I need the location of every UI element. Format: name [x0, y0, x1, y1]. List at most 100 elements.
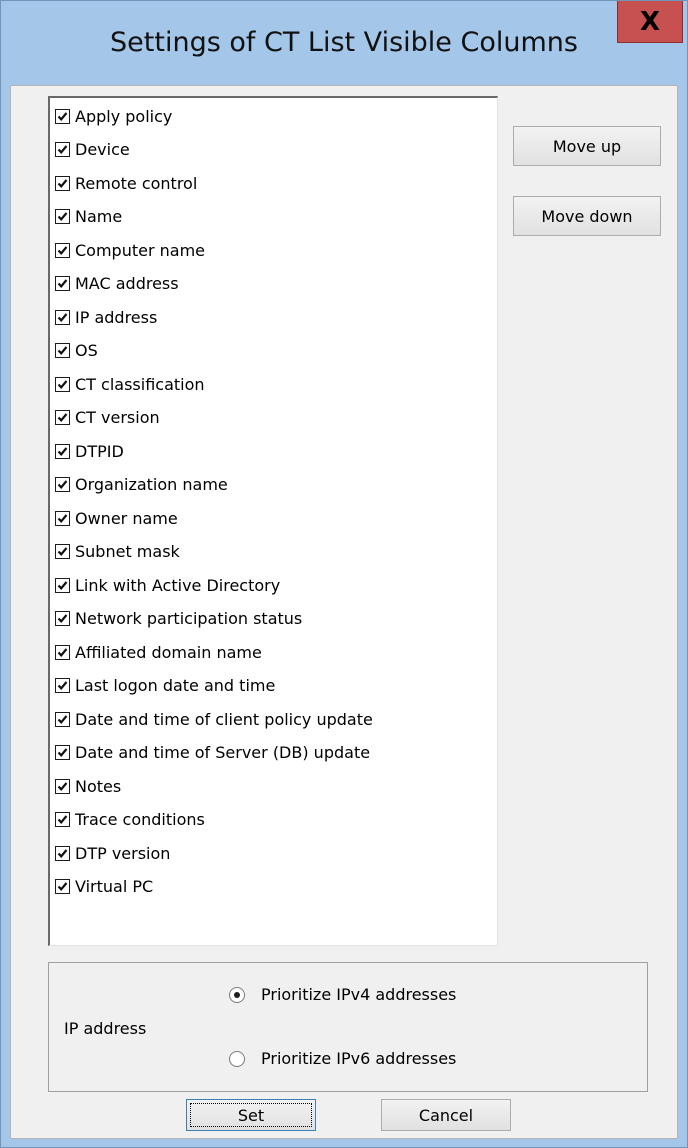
checkbox[interactable] [55, 845, 70, 861]
list-item[interactable]: Device [55, 135, 130, 165]
checkmark-icon [57, 815, 68, 824]
list-item[interactable]: Network participation status [55, 604, 302, 634]
checkbox[interactable] [55, 108, 70, 124]
checkmark-icon [57, 379, 68, 389]
list-item[interactable]: Computer name [55, 235, 205, 265]
checkbox[interactable] [55, 678, 70, 693]
checkbox[interactable] [55, 443, 70, 459]
list-item-label: Organization name [75, 475, 228, 494]
checkbox[interactable] [55, 209, 70, 224]
columns-listbox[interactable]: Apply policy Device Remote control Name Comp… [48, 96, 498, 946]
list-item-label: Remote control [75, 173, 198, 193]
checkmark-icon [57, 848, 68, 858]
checkbox[interactable] [55, 309, 70, 325]
dialog-window: Settings of CT List Visible Columns X Ap… [0, 0, 688, 1148]
checkmark-icon [57, 614, 68, 623]
checkbox[interactable] [55, 544, 70, 559]
radio-selected-dot [234, 991, 240, 998]
checkmark-icon [57, 647, 68, 657]
checkmark-icon [57, 446, 68, 456]
radio-ipv6-label: Prioritize IPv6 addresses [261, 1049, 457, 1068]
move-down-button[interactable]: Move down [513, 196, 661, 236]
list-item[interactable]: DTPID [55, 436, 124, 466]
checkmark-icon [57, 279, 68, 288]
checkbox[interactable] [55, 644, 70, 660]
checkmark-icon [57, 882, 68, 891]
cancel-button[interactable]: Cancel [381, 1099, 511, 1131]
list-item-label: CT classification [75, 374, 205, 394]
list-item[interactable]: IP address [55, 302, 157, 332]
checkbox[interactable] [55, 879, 70, 894]
focus-rectangle [190, 1103, 312, 1127]
checkbox[interactable] [55, 778, 70, 794]
list-item-label: DTP version [75, 843, 171, 863]
list-item-label: Apply policy [75, 106, 173, 126]
list-item[interactable]: Notes [55, 771, 121, 801]
checkmark-icon [57, 480, 68, 489]
list-item[interactable]: OS [55, 336, 98, 366]
list-item[interactable]: Date and time of client policy update [55, 704, 373, 734]
checkbox[interactable] [55, 577, 70, 593]
close-icon: X [639, 6, 661, 37]
list-item[interactable]: Owner name [55, 503, 178, 533]
radio-ipv4[interactable]: Prioritize IPv4 addresses [229, 985, 456, 1004]
radio-ipv4-button[interactable] [229, 986, 245, 1003]
list-item[interactable]: Organization name [55, 470, 228, 500]
list-item[interactable]: DTP version [55, 838, 170, 868]
checkmark-icon [57, 714, 68, 724]
checkbox[interactable] [55, 175, 70, 191]
checkbox[interactable] [55, 142, 70, 157]
list-item-label: Affiliated domain name [75, 642, 262, 662]
move-up-button[interactable]: Move up [513, 126, 661, 166]
list-item[interactable]: Trace conditions [55, 805, 205, 835]
checkbox[interactable] [55, 745, 70, 760]
list-item[interactable]: Virtual PC [55, 872, 153, 902]
checkbox[interactable] [55, 812, 70, 827]
list-item-label: Device [75, 140, 130, 159]
list-item-label: Date and time of client policy update [75, 709, 373, 729]
list-item-label: Subnet mask [75, 542, 180, 561]
list-item[interactable]: CT classification [55, 369, 205, 399]
list-item[interactable]: Apply policy [55, 101, 172, 131]
list-item[interactable]: Name [55, 202, 122, 232]
list-item[interactable]: Link with Active Directory [55, 570, 280, 600]
radio-ipv6[interactable]: Prioritize IPv6 addresses [229, 1049, 456, 1068]
checkmark-icon [57, 212, 68, 221]
list-item-label: Virtual PC [75, 877, 154, 896]
list-item[interactable]: Date and time of Server (DB) update [55, 738, 370, 768]
title-bar[interactable]: Settings of CT List Visible Columns X [1, 1, 687, 85]
list-item[interactable]: Subnet mask [55, 537, 180, 567]
checkbox[interactable] [55, 510, 70, 526]
checkbox[interactable] [55, 276, 70, 291]
list-item[interactable]: Remote control [55, 168, 197, 198]
list-item-label: IP address [75, 307, 158, 327]
list-item[interactable]: MAC address [55, 269, 179, 299]
ip-address-label: IP address [64, 1019, 147, 1038]
checkbox[interactable] [55, 477, 70, 492]
checkbox[interactable] [55, 343, 70, 358]
list-item[interactable]: Affiliated domain name [55, 637, 262, 667]
checkbox[interactable] [55, 711, 70, 727]
checkbox[interactable] [55, 410, 70, 425]
checkmark-icon [57, 111, 68, 121]
list-item-label: Network participation status [75, 609, 303, 628]
set-button[interactable]: Set [186, 1099, 316, 1131]
list-item[interactable]: CT version [55, 403, 160, 433]
dialog-body: Apply policy Device Remote control Name Comp… [10, 85, 678, 1139]
list-item-label: Date and time of Server (DB) update [75, 743, 371, 762]
list-item-label: Computer name [75, 240, 205, 260]
list-item-label: CT version [75, 408, 160, 427]
close-button[interactable]: X [617, 1, 683, 43]
window-title: Settings of CT List Visible Columns [110, 27, 578, 58]
radio-ipv6-button[interactable] [229, 1050, 245, 1067]
checkbox[interactable] [55, 611, 70, 626]
checkmark-icon [57, 681, 68, 690]
checkmark-icon [57, 547, 68, 556]
list-item-label: Notes [75, 776, 122, 796]
checkbox[interactable] [55, 242, 70, 258]
list-item-label: Trace conditions [75, 810, 205, 829]
checkmark-icon [57, 748, 68, 757]
list-item-label: Link with Active Directory [75, 575, 281, 595]
checkbox[interactable] [55, 376, 70, 392]
list-item[interactable]: Last logon date and time [55, 671, 275, 701]
